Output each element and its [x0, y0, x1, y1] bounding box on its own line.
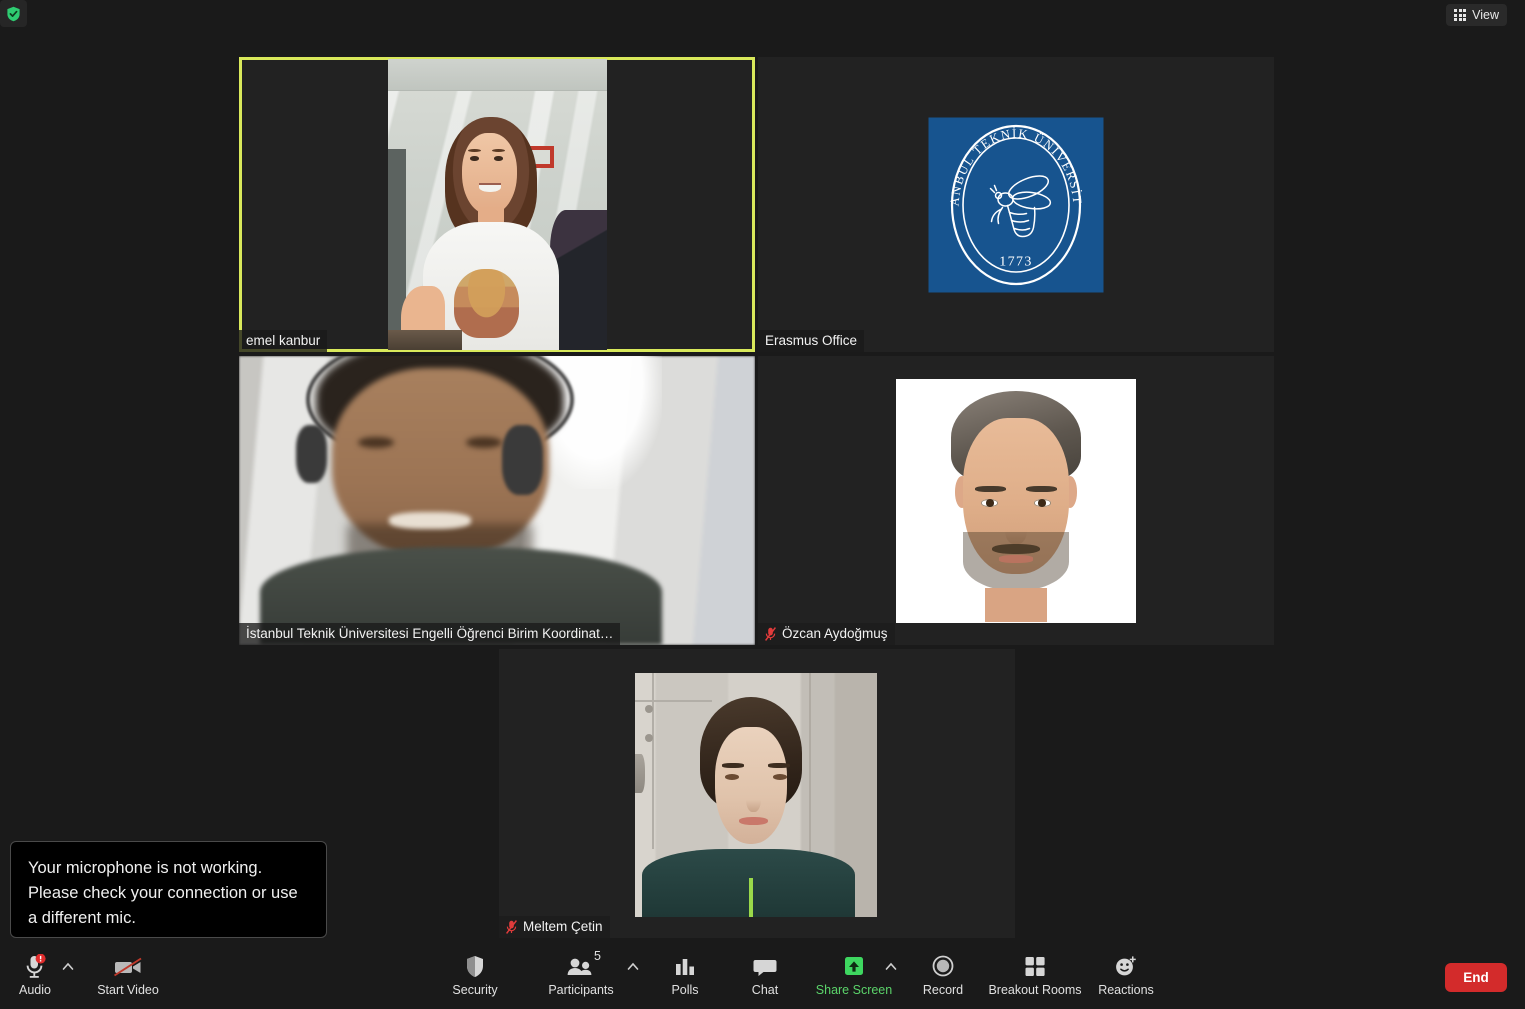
record-circle-icon	[930, 952, 956, 980]
participant-photo-ozcan-aydogmus	[896, 378, 1136, 623]
breakout-rooms-icon	[1022, 952, 1048, 980]
chevron-up-icon	[627, 952, 639, 980]
warning-line-3: a different mic.	[28, 909, 136, 927]
participants-count: 5	[594, 949, 601, 963]
security-label: Security	[452, 983, 498, 997]
participant-name-label: Özcan Aydoğmuş	[758, 623, 895, 645]
bar-chart-icon	[673, 952, 697, 980]
participant-name-label: Meltem Çetin	[499, 916, 610, 938]
itu-logo: İSTANBUL TEKNİK ÜNİVERSİTESİ 1773	[928, 117, 1104, 292]
shield-icon	[465, 952, 485, 980]
participant-name-label: emel kanbur	[239, 330, 328, 352]
audio-options-caret[interactable]	[57, 952, 79, 980]
muted-microphone-icon	[765, 626, 776, 641]
view-button[interactable]: View	[1446, 4, 1507, 26]
encryption-shield-icon[interactable]	[0, 0, 27, 27]
security-button[interactable]: Security	[442, 952, 508, 997]
breakout-rooms-label: Breakout Rooms	[988, 983, 1082, 997]
people-icon: 5	[566, 949, 601, 980]
participant-tile-itu-koordinatorlugu[interactable]: İstanbul Teknik Üniversitesi Engelli Öğr…	[239, 356, 755, 645]
muted-microphone-icon	[506, 919, 517, 934]
top-bar: View	[0, 0, 1525, 28]
start-video-label: Start Video	[97, 983, 159, 997]
participant-name-label: İstanbul Teknik Üniversitesi Engelli Öğr…	[239, 623, 621, 645]
participant-photo-meltem-cetin	[635, 673, 877, 917]
svg-text:1773: 1773	[999, 254, 1033, 269]
microphone-alert-icon	[24, 952, 46, 980]
warning-line-2: Please check your connection or use	[28, 884, 298, 902]
reactions-icon	[1113, 952, 1139, 980]
chevron-up-icon	[885, 952, 897, 980]
share-screen-icon	[840, 952, 868, 980]
participants-options-caret[interactable]	[622, 952, 644, 980]
zoom-meeting-window: View emel kanbur ANBUL TEKNİK ÜNİVERSİT …	[0, 0, 1525, 1009]
chevron-up-icon	[62, 952, 74, 980]
breakout-rooms-button[interactable]: Breakout Rooms	[976, 952, 1094, 997]
video-off-icon	[113, 952, 143, 980]
share-screen-options-caret[interactable]	[880, 952, 902, 980]
participant-tile-erasmus-office[interactable]: İSTANBUL TEKNİK ÜNİVERSİTESİ 1773	[758, 57, 1274, 352]
participant-tile-ozcan-aydogmus[interactable]: Özcan Aydoğmuş	[758, 356, 1274, 645]
audio-button[interactable]: Audio	[10, 952, 60, 997]
end-meeting-button[interactable]: End	[1445, 963, 1507, 992]
polls-button[interactable]: Polls	[657, 952, 713, 997]
reactions-label: Reactions	[1098, 983, 1154, 997]
meeting-toolbar: Audio Start Video Security 5 Participant…	[0, 948, 1525, 1009]
record-label: Record	[922, 983, 964, 997]
participant-tile-meltem-cetin[interactable]: Meltem Çetin	[499, 649, 1015, 938]
participant-video-emel-kanbur	[388, 59, 607, 350]
participant-video-itu-koordinatorlugu	[239, 356, 755, 645]
start-video-button[interactable]: Start Video	[92, 952, 164, 997]
record-button[interactable]: Record	[913, 952, 973, 997]
grid-view-icon	[1454, 9, 1467, 21]
view-button-label: View	[1472, 8, 1499, 22]
video-grid: emel kanbur İSTANBUL TEKNİK ÜNİVERSİTESİ	[0, 28, 1525, 948]
share-screen-label: Share Screen	[815, 983, 893, 997]
participants-button[interactable]: 5 Participants	[542, 949, 620, 997]
end-button-label: End	[1463, 970, 1489, 985]
participant-name-label: Erasmus Office	[758, 330, 865, 352]
warning-line-1: Your microphone is not working.	[28, 859, 263, 877]
participants-label: Participants	[548, 983, 614, 997]
reactions-button[interactable]: Reactions	[1090, 952, 1162, 997]
chat-button[interactable]: Chat	[738, 952, 792, 997]
participant-tile-emel-kanbur[interactable]: emel kanbur	[239, 57, 755, 352]
audio-label: Audio	[19, 983, 51, 997]
speech-bubble-icon	[753, 952, 777, 980]
chat-label: Chat	[751, 983, 779, 997]
polls-label: Polls	[671, 983, 699, 997]
microphone-warning-tooltip: Your microphone is not working. Please c…	[10, 841, 327, 938]
